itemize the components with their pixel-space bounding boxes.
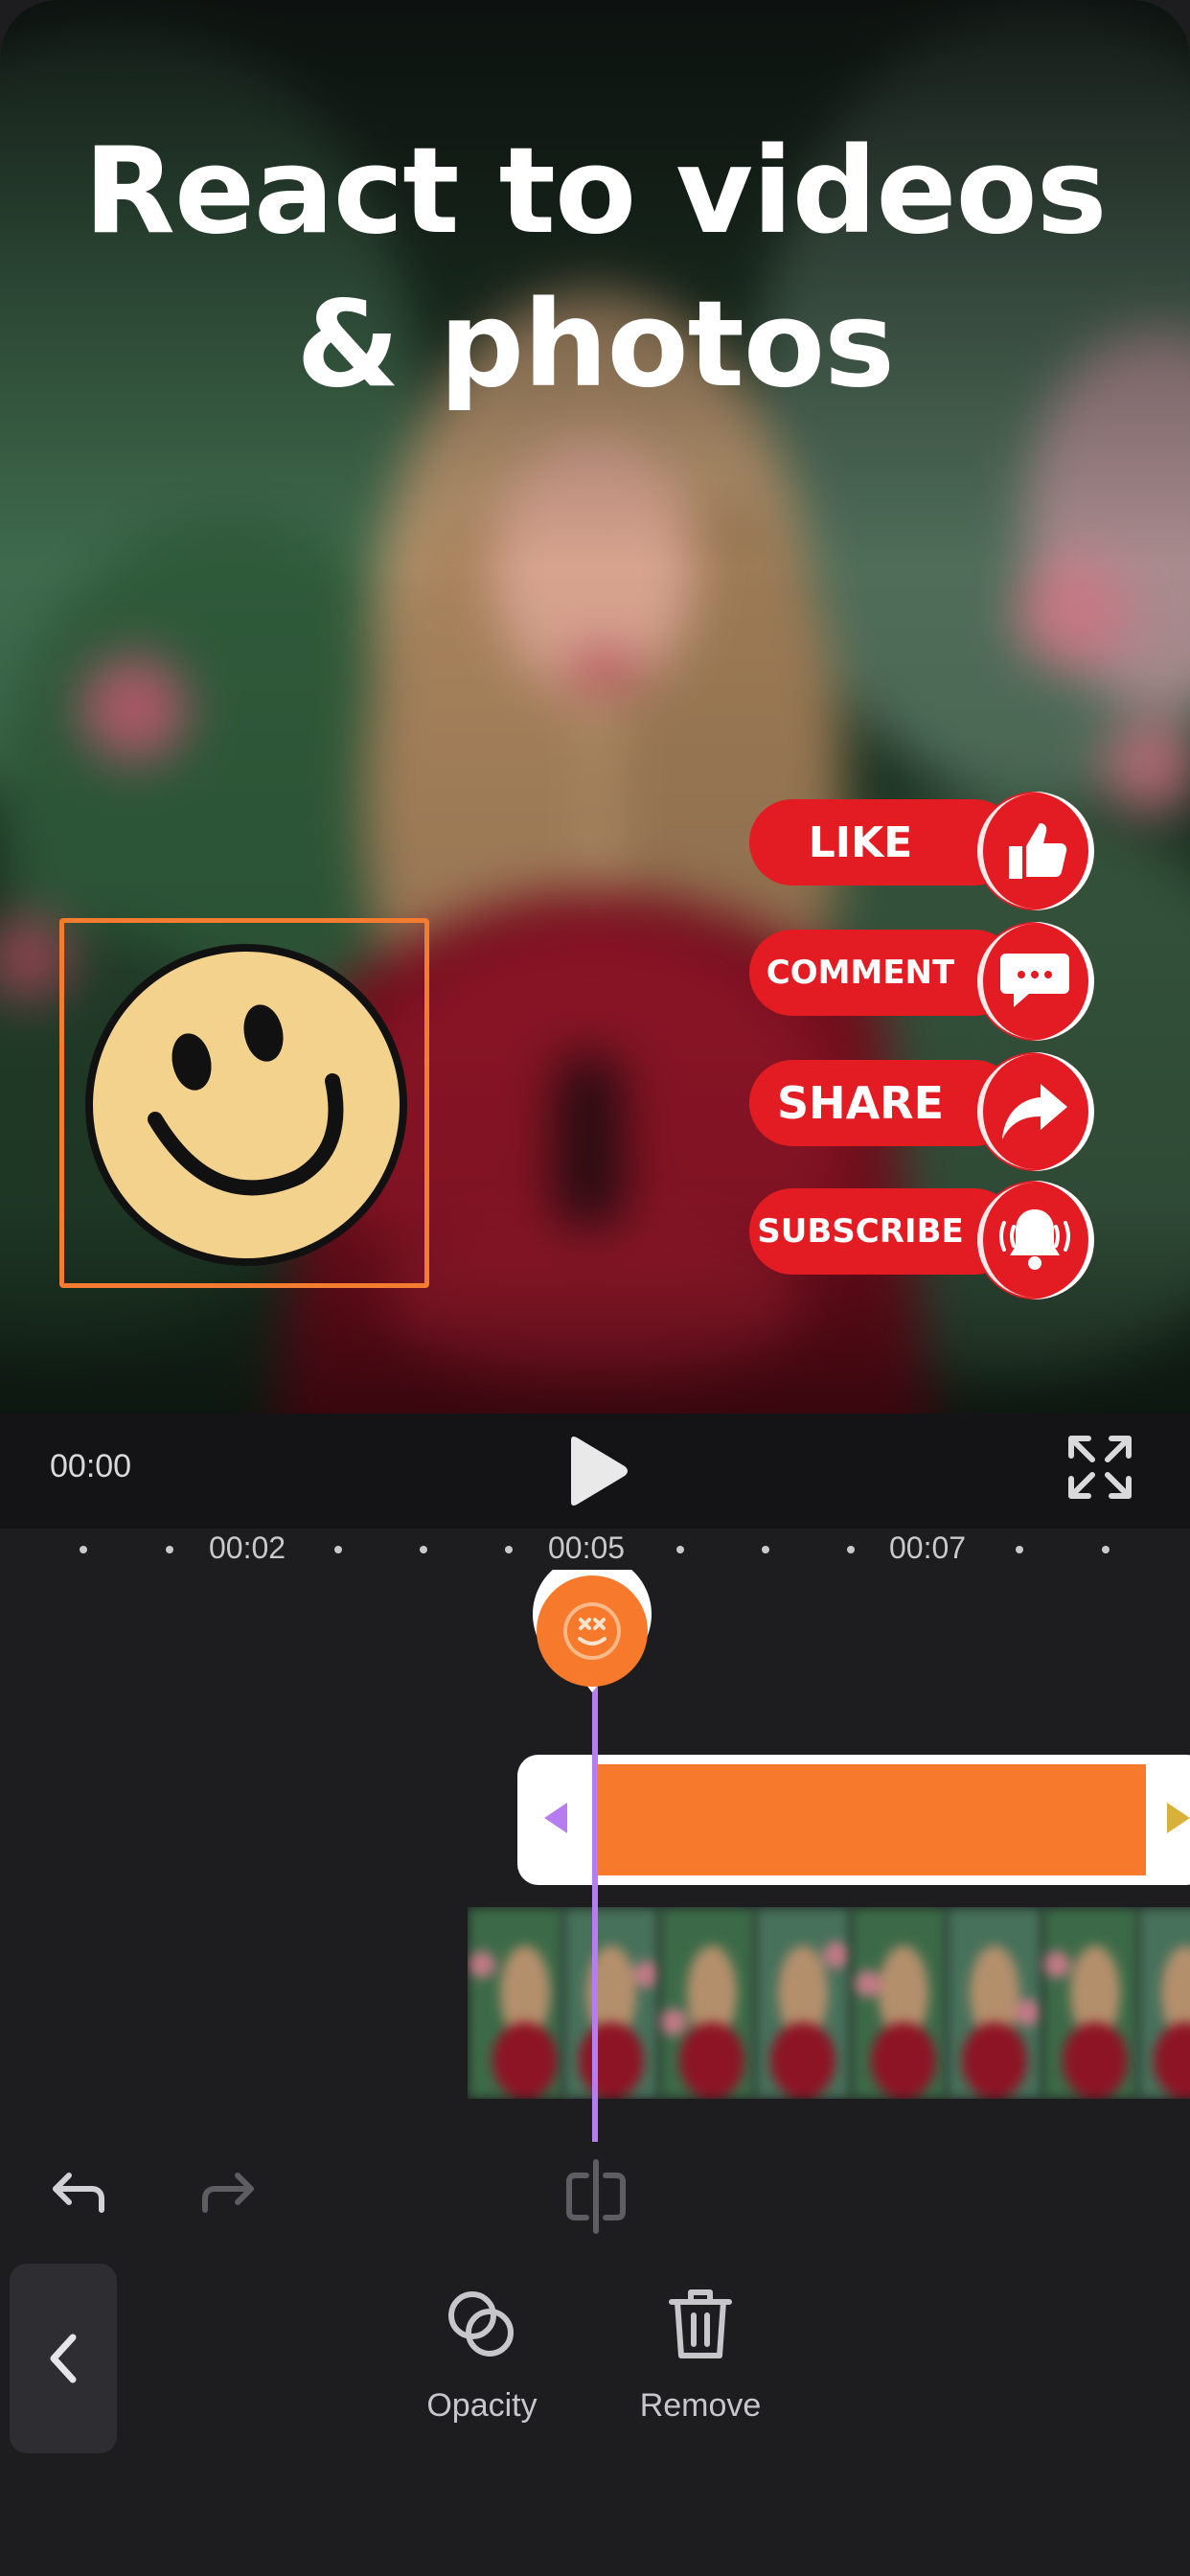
video-track-filmstrip[interactable] — [468, 1907, 1190, 2099]
remove-tool[interactable]: Remove — [619, 2285, 782, 2425]
split-icon[interactable] — [558, 2158, 634, 2235]
ruler-tick — [1102, 1546, 1110, 1553]
opacity-label: Opacity — [426, 2387, 538, 2424]
headline-line-2: & photos — [296, 276, 895, 414]
video-preview: React to videos & photos LIKE COMMENT SH… — [0, 0, 1190, 1414]
ruler-tick — [676, 1546, 684, 1553]
playhead-sticker-marker[interactable] — [530, 1570, 654, 1694]
like-cta-sticker[interactable]: LIKE — [749, 792, 1094, 910]
trim-start-handle-icon[interactable] — [542, 1801, 569, 1835]
headline-line-1: React to videos — [83, 123, 1107, 261]
filmstrip-frame — [563, 1907, 659, 2099]
play-icon[interactable] — [563, 1435, 630, 1507]
smiley-face-sticker[interactable] — [79, 937, 414, 1273]
filmstrip-frame — [1042, 1907, 1138, 2099]
timeline[interactable]: 00:02 00:05 00:07 — [0, 1529, 1190, 2161]
trash-icon — [669, 2289, 732, 2358]
ruler-tick — [420, 1546, 427, 1553]
headline: React to videos & photos — [0, 115, 1190, 422]
undo-icon[interactable] — [50, 2164, 111, 2225]
ruler-tick — [505, 1546, 513, 1553]
opacity-tool[interactable]: Opacity — [400, 2285, 563, 2425]
filmstrip-frame — [1138, 1907, 1190, 2099]
ruler-tick — [166, 1546, 173, 1553]
ruler-tick — [1016, 1546, 1023, 1553]
ruler-tick — [847, 1546, 855, 1553]
filmstrip-frame — [947, 1907, 1042, 2099]
sticker-track-clip[interactable] — [517, 1755, 1190, 1885]
opacity-icon — [448, 2291, 514, 2357]
remove-label: Remove — [639, 2387, 762, 2424]
filmstrip-frame — [468, 1907, 563, 2099]
back-button[interactable] — [10, 2264, 117, 2453]
filmstrip-frame — [755, 1907, 851, 2099]
ruler-tick — [762, 1546, 769, 1553]
comment-cta-sticker[interactable]: COMMENT — [749, 922, 1094, 1041]
fullscreen-icon[interactable] — [1065, 1433, 1134, 1502]
player-controls: 00:00 — [0, 1414, 1190, 1529]
current-time: 00:00 — [50, 1448, 132, 1484]
ruler-tick — [80, 1546, 87, 1553]
filmstrip-frame — [659, 1907, 755, 2099]
sticker-clip-body[interactable] — [598, 1764, 1146, 1875]
chevron-left-icon — [50, 2334, 77, 2383]
time-marker: 00:02 — [209, 1530, 286, 1565]
redo-icon[interactable] — [195, 2164, 257, 2225]
subscribe-cta-sticker[interactable]: SUBSCRIBE — [749, 1181, 1094, 1300]
share-cta-sticker[interactable]: SHARE — [749, 1052, 1094, 1171]
ruler-tick — [334, 1546, 342, 1553]
time-marker: 00:07 — [889, 1530, 967, 1565]
time-marker: 00:05 — [548, 1530, 626, 1565]
filmstrip-frame — [851, 1907, 947, 2099]
trim-end-handle-icon[interactable] — [1165, 1801, 1190, 1835]
